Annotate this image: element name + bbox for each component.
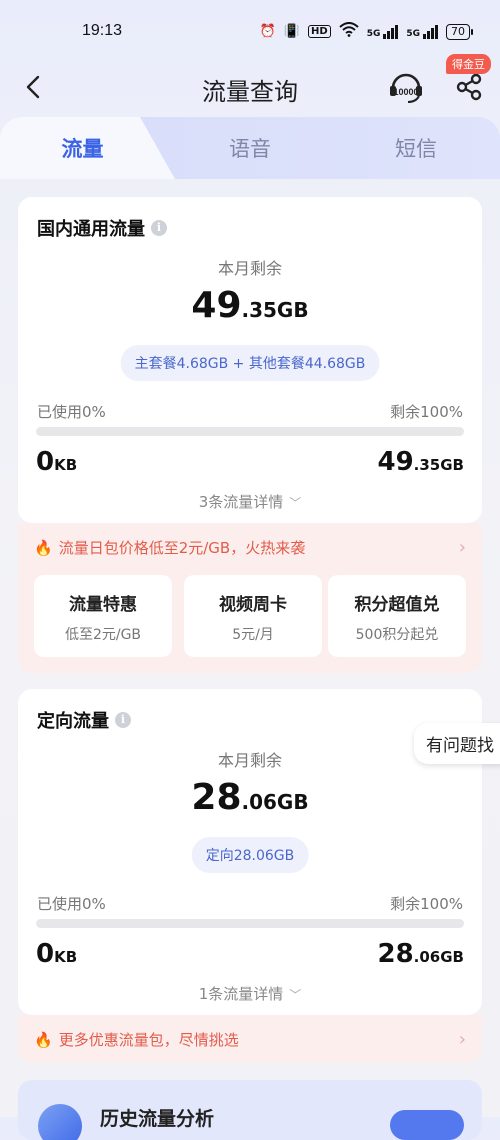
left-amount: 28.06GB	[377, 939, 464, 969]
tab-voice[interactable]: 语音	[166, 117, 334, 179]
promo-banner-more-packages[interactable]: 🔥 更多优惠流量包，尽情挑选	[34, 1029, 239, 1050]
fire-icon: 🔥	[34, 1030, 53, 1049]
tab-sms[interactable]: 短信	[332, 117, 500, 179]
offer-card-data-deal[interactable]: 流量特惠 低至2元/GB	[34, 575, 172, 657]
vibrate-icon: 📳	[283, 24, 301, 39]
used-amount: 0KB	[36, 447, 78, 477]
chevron-down-icon: ﹀	[289, 988, 302, 1002]
plan-breakdown: 定向28.06GB	[191, 837, 309, 873]
card-title: 国内通用流量 i	[37, 215, 167, 241]
directed-data-card: 定向流量 i 本月剩余 28.06GB 定向28.06GB 已使用0% 剩余10…	[18, 689, 482, 1015]
remain-label: 本月剩余	[217, 751, 282, 770]
wifi-icon	[339, 22, 359, 41]
customer-service-button[interactable]: 10000	[386, 68, 426, 108]
share-button[interactable]	[452, 70, 486, 104]
offer-card-points-exchange[interactable]: 积分超值兑 500积分起兑	[328, 575, 466, 657]
remain-value: 49.35GB	[191, 285, 309, 326]
chevron-down-icon: ﹀	[289, 496, 302, 510]
tab-data[interactable]: 流量	[0, 117, 165, 179]
tab-bar: 流量 语音 短信	[0, 117, 500, 179]
used-percent-label: 已使用0%	[37, 403, 106, 421]
used-amount: 0KB	[36, 939, 78, 969]
used-percent-label: 已使用0%	[37, 895, 106, 913]
svg-text:10000: 10000	[393, 87, 418, 97]
left-percent-label: 剩余100%	[390, 895, 463, 913]
card-title: 定向流量 i	[37, 707, 131, 733]
domestic-data-card: 国内通用流量 i 本月剩余 49.35GB 主套餐4.68GB + 其他套餐44…	[18, 197, 482, 523]
headset-icon: 10000	[390, 73, 422, 103]
history-title: 历史流量分析	[100, 1108, 215, 1130]
usage-progress-bar	[36, 427, 464, 436]
share-icon	[456, 73, 482, 101]
history-view-button[interactable]	[390, 1110, 464, 1140]
alarm-icon: ⏰	[259, 24, 276, 39]
promo-banner[interactable]: 🔥 流量日包价格低至2元/GB，火热来袭	[34, 537, 305, 558]
plan-breakdown: 主套餐4.68GB + 其他套餐44.68GB	[120, 345, 380, 381]
left-amount: 49.35GB	[377, 447, 464, 477]
hd-icon: HD	[308, 25, 331, 38]
data-details-link[interactable]: 3条流量详情 ﹀	[18, 491, 482, 512]
signal-icon-2: 5G	[406, 24, 438, 39]
battery-icon: 70	[446, 23, 473, 40]
history-analysis-card[interactable]: 历史流量分析	[18, 1080, 482, 1140]
remain-label: 本月剩余	[217, 259, 282, 278]
chart-icon	[38, 1104, 82, 1140]
info-icon[interactable]: i	[115, 712, 131, 728]
signal-icon-1: 5G	[367, 24, 399, 39]
status-bar: 19:13 ⏰ 📳 HD 5G 5G 70	[0, 0, 500, 64]
promo-panel: 🔥 流量日包价格低至2元/GB，火热来袭 › 流量特惠 低至2元/GB 视频周卡…	[18, 523, 482, 673]
nav-bar: 流量查询 10000 得金豆	[0, 54, 500, 114]
back-button[interactable]	[18, 72, 48, 102]
gold-beans-badge[interactable]: 得金豆	[446, 54, 491, 74]
remain-value: 28.06GB	[191, 777, 309, 818]
info-icon[interactable]: i	[151, 220, 167, 236]
usage-progress-bar	[36, 919, 464, 928]
promo-panel-2: 🔥 更多优惠流量包，尽情挑选 ›	[18, 1015, 482, 1063]
fire-icon: 🔥	[34, 538, 53, 557]
help-bubble[interactable]: 有问题找	[414, 723, 500, 764]
status-icons: ⏰ 📳 HD 5G 5G 70	[259, 22, 473, 41]
chevron-right-icon: ›	[458, 1029, 466, 1050]
left-percent-label: 剩余100%	[390, 403, 463, 421]
chevron-right-icon: ›	[458, 537, 466, 558]
status-time: 19:13	[82, 22, 123, 39]
chevron-left-icon	[26, 75, 40, 99]
data-details-link[interactable]: 1条流量详情 ﹀	[18, 983, 482, 1004]
offer-card-video-weekly[interactable]: 视频周卡 5元/月	[184, 575, 322, 657]
